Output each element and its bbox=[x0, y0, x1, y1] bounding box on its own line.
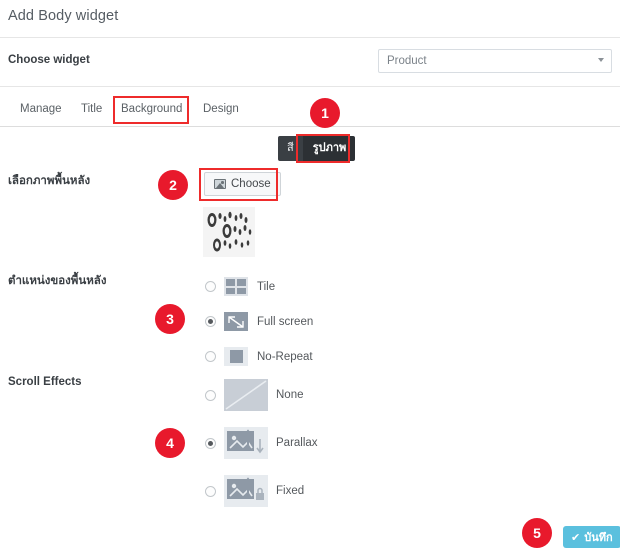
bgpos-fullscreen-label: Full screen bbox=[257, 315, 314, 328]
divider-tabs bbox=[0, 126, 620, 127]
bgpos-option-norepeat[interactable]: No-Repeat bbox=[205, 347, 313, 366]
annotation-badge-4: 4 bbox=[155, 428, 185, 458]
tab-manage[interactable]: Manage bbox=[16, 98, 66, 120]
scroll-effects-label: Scroll Effects bbox=[8, 376, 82, 388]
radio-norepeat[interactable] bbox=[205, 351, 216, 362]
toggle-image[interactable]: รูปภาพ bbox=[303, 136, 356, 161]
widget-select-value: Product bbox=[387, 55, 427, 67]
scroll-option-fixed[interactable]: Fixed bbox=[205, 475, 304, 507]
radio-parallax[interactable] bbox=[205, 437, 216, 449]
check-icon: ✔ bbox=[571, 531, 581, 544]
image-icon bbox=[214, 179, 226, 189]
scroll-none-label: None bbox=[276, 389, 304, 401]
bgpos-option-tile[interactable]: Tile bbox=[205, 277, 275, 296]
page-title: Add Body widget bbox=[8, 8, 119, 24]
annotation-badge-2: 2 bbox=[158, 170, 188, 200]
background-image-label: เลือกภาพพื้นหลัง bbox=[8, 175, 91, 187]
diagonal-arrow-icon bbox=[224, 312, 248, 331]
tab-design[interactable]: Design bbox=[199, 98, 243, 120]
choose-widget-label: Choose widget bbox=[8, 54, 90, 66]
radio-none[interactable] bbox=[205, 389, 216, 401]
choose-image-button[interactable]: Choose bbox=[204, 172, 281, 196]
chevron-down-icon bbox=[598, 58, 604, 62]
annotation-badge-3: 3 bbox=[155, 304, 185, 334]
scroll-fixed-label: Fixed bbox=[276, 485, 305, 497]
bgpos-norepeat-label: No-Repeat bbox=[257, 350, 313, 363]
background-type-toggle: สี รูปภาพ bbox=[278, 136, 356, 161]
annotation-badge-1: 1 bbox=[310, 98, 340, 128]
widget-select[interactable]: Product bbox=[378, 49, 612, 73]
tile-grid-icon bbox=[224, 277, 248, 296]
scroll-option-none[interactable]: None bbox=[205, 379, 304, 411]
tab-title[interactable]: Title bbox=[77, 98, 106, 120]
save-button[interactable]: ✔ บันทึก bbox=[563, 526, 620, 548]
divider-widget bbox=[0, 86, 620, 87]
radio-fixed[interactable] bbox=[205, 485, 216, 497]
radio-tile[interactable] bbox=[205, 281, 216, 292]
save-button-label: บันทึก bbox=[584, 532, 613, 544]
radio-fullscreen[interactable] bbox=[205, 316, 216, 327]
image-arrow-down-icon bbox=[224, 427, 268, 459]
scroll-parallax-label: Parallax bbox=[276, 437, 318, 449]
image-arrow-lock-icon bbox=[224, 475, 268, 507]
annotation-badge-5: 5 bbox=[522, 518, 552, 548]
toggle-color[interactable]: สี bbox=[278, 136, 304, 161]
bgpos-tile-label: Tile bbox=[257, 280, 276, 293]
background-thumbnail[interactable] bbox=[203, 207, 255, 257]
background-position-label: ตำแหน่งของพื้นหลัง bbox=[8, 275, 107, 287]
choose-button-label: Choose bbox=[231, 178, 271, 190]
bgpos-option-fullscreen[interactable]: Full screen bbox=[205, 312, 313, 331]
tab-background[interactable]: Background bbox=[117, 98, 186, 120]
plain-rect-icon bbox=[224, 379, 268, 411]
scroll-option-parallax[interactable]: Parallax bbox=[205, 427, 318, 459]
single-square-icon bbox=[224, 347, 248, 366]
divider-top bbox=[0, 37, 620, 38]
